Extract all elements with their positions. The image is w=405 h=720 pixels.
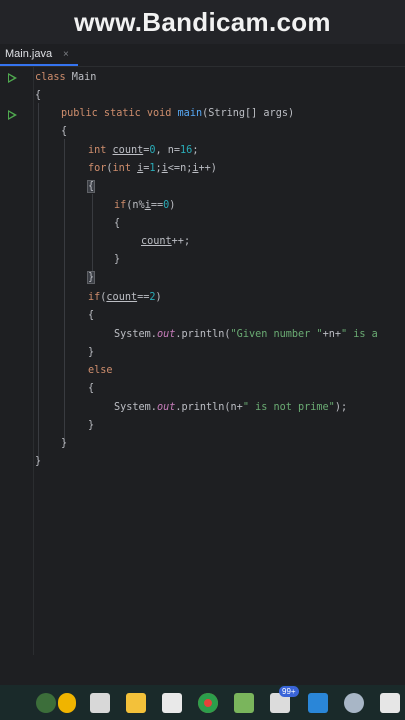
code-line-8: if(n%i==0) xyxy=(114,200,176,211)
notepad-icon[interactable] xyxy=(234,693,254,713)
code-line-11: } xyxy=(114,254,121,265)
app-icon[interactable] xyxy=(380,693,400,713)
watermark-bar: www.Bandicam.com xyxy=(0,0,405,44)
code-line-18: { xyxy=(88,383,95,394)
bandicam-watermark: www.Bandicam.com xyxy=(74,6,331,37)
code-line-7: { xyxy=(86,180,96,193)
code-line-12: } xyxy=(86,271,96,284)
indent-guide xyxy=(38,103,39,463)
code-line-1: class Main xyxy=(35,72,97,83)
indent-guide xyxy=(64,139,65,444)
code-line-4: { xyxy=(61,126,68,137)
code-line-9: { xyxy=(114,218,121,229)
tab-label: Main.java xyxy=(5,48,53,60)
task-view-icon[interactable] xyxy=(90,693,110,713)
gutter-divider xyxy=(33,67,34,655)
editor-tab-bar: Main.java × xyxy=(0,44,405,67)
code-line-16: } xyxy=(88,347,95,358)
code-line-14: { xyxy=(88,310,95,321)
store-icon[interactable] xyxy=(162,693,182,713)
code-editor[interactable]: class Main { public static void main(Str… xyxy=(0,67,405,655)
code-line-17: else xyxy=(88,365,113,376)
run-class-icon[interactable] xyxy=(8,73,17,83)
settings-icon[interactable] xyxy=(344,693,364,713)
code-line-2: { xyxy=(35,90,42,101)
code-line-6: for(int i=1;i<=n;i++) xyxy=(88,163,217,174)
code-line-5: int count=0, n=16; xyxy=(88,145,199,156)
tab-main-java[interactable]: Main.java × xyxy=(0,44,78,66)
weather-icon[interactable] xyxy=(58,693,76,713)
code-line-21: } xyxy=(61,438,68,449)
vscode-icon[interactable] xyxy=(308,693,328,713)
notification-badge: 99+ xyxy=(279,686,299,697)
code-line-3: public static void main(String[] args) xyxy=(61,108,295,119)
file-explorer-icon[interactable] xyxy=(126,693,146,713)
editor-bottom-area xyxy=(0,655,405,685)
code-line-15: System.out.println("Given number "+n+" i… xyxy=(114,329,378,340)
code-line-22: } xyxy=(35,456,42,467)
run-main-icon[interactable] xyxy=(8,110,17,120)
code-line-20: } xyxy=(88,420,95,431)
windows-taskbar xyxy=(0,685,405,720)
code-line-10: count++; xyxy=(141,236,191,247)
chrome-icon[interactable] xyxy=(198,693,218,713)
close-icon[interactable]: × xyxy=(63,49,69,60)
code-line-13: if(count==2) xyxy=(88,292,162,303)
widgets-icon[interactable] xyxy=(36,693,56,713)
code-line-19: System.out.println(n+" is not prime"); xyxy=(114,402,348,413)
